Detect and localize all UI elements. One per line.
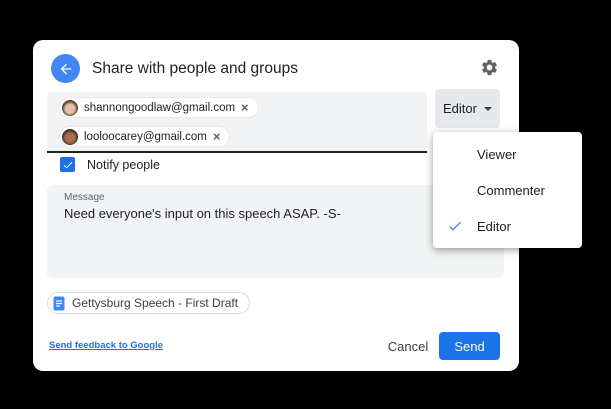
remove-recipient-button[interactable]: × xyxy=(213,130,221,143)
close-icon: × xyxy=(212,129,221,144)
back-button[interactable] xyxy=(51,54,80,83)
remove-recipient-button[interactable]: × xyxy=(241,101,249,114)
menu-item-editor[interactable]: Editor xyxy=(433,208,582,244)
share-settings-button[interactable] xyxy=(478,56,500,78)
doc-icon xyxy=(53,296,65,311)
document-chip-label: Gettysburg Speech - First Draft xyxy=(72,296,239,310)
avatar xyxy=(62,128,78,145)
role-dropdown-label: Editor xyxy=(443,101,477,116)
close-icon: × xyxy=(241,100,249,115)
role-dropdown-menu: Viewer Commenter Editor xyxy=(433,132,582,248)
send-button[interactable]: Send xyxy=(439,332,500,360)
input-focus-underline xyxy=(47,151,427,153)
menu-item-commenter[interactable]: Commenter xyxy=(433,172,582,208)
recipient-email: shannongoodlaw@gmail.com xyxy=(84,101,236,114)
notify-people-label[interactable]: Notify people xyxy=(87,158,160,172)
menu-item-label: Commenter xyxy=(477,182,545,198)
recipients-input[interactable]: shannongoodlaw@gmail.com × looloocarey@g… xyxy=(47,92,427,151)
role-dropdown-button[interactable]: Editor xyxy=(435,89,500,128)
recipient-chip: looloocarey@gmail.com × xyxy=(59,126,231,147)
avatar xyxy=(62,99,78,116)
recipient-chip: shannongoodlaw@gmail.com × xyxy=(59,97,259,118)
notify-people-row: Notify people xyxy=(60,157,160,172)
back-arrow-icon xyxy=(58,61,74,77)
gear-icon xyxy=(480,58,499,77)
caret-down-icon xyxy=(483,106,492,111)
check-icon xyxy=(433,218,477,234)
document-chip: Gettysburg Speech - First Draft xyxy=(47,292,251,314)
recipient-email: looloocarey@gmail.com xyxy=(84,130,207,143)
screen-background: Share with people and groups shannongood… xyxy=(0,0,611,409)
page-title: Share with people and groups xyxy=(92,60,298,77)
menu-item-label: Editor xyxy=(477,218,511,234)
send-feedback-link[interactable]: Send feedback to Google xyxy=(49,340,163,351)
menu-item-label: Viewer xyxy=(477,146,517,162)
notify-people-checkbox[interactable] xyxy=(60,157,75,172)
checkbox-check-icon xyxy=(62,159,74,171)
menu-item-viewer[interactable]: Viewer xyxy=(433,136,582,172)
cancel-button[interactable]: Cancel xyxy=(378,332,438,360)
